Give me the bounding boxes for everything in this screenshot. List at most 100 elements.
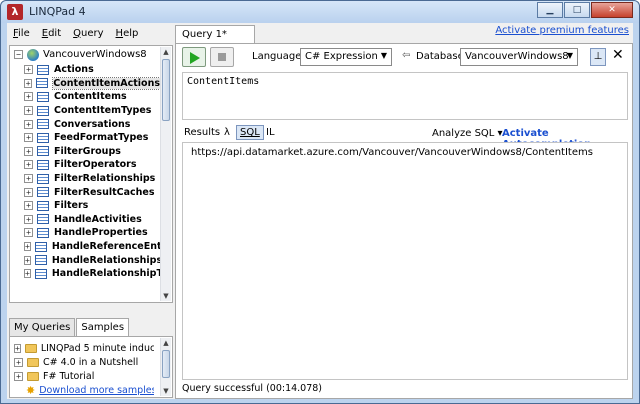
table-icon	[37, 105, 49, 116]
expand-icon[interactable]: +	[24, 187, 33, 197]
close-window-button[interactable]: ✕	[591, 2, 633, 18]
tab-results[interactable]: Results	[184, 127, 220, 138]
menu-query[interactable]: Query	[67, 28, 109, 39]
menu-edit[interactable]: Edit	[36, 28, 67, 39]
lower-tabs: My Queries Samples	[9, 318, 173, 337]
table-icon	[37, 200, 49, 211]
tree-item-label: FilterRelationships	[54, 173, 156, 185]
expand-icon[interactable]: +	[24, 228, 33, 238]
tree-item[interactable]: + HandleRelationshipTyp	[24, 267, 160, 281]
expand-icon[interactable]: +	[24, 146, 33, 156]
table-icon	[37, 119, 49, 130]
tree-item[interactable]: + Filters	[24, 199, 160, 213]
sample-label: LINQPad 5 minute induct	[40, 342, 154, 354]
tree-item-label: HandleRelationships	[51, 254, 160, 266]
sample-item[interactable]: + LINQPad 5 minute induct	[14, 341, 154, 355]
client-area: File Edit Query Help − VancouverWindows8…	[7, 23, 633, 399]
expand-icon[interactable]: +	[14, 357, 23, 367]
sample-item[interactable]: + F# Tutorial	[14, 369, 154, 383]
tree-item[interactable]: + Conversations	[24, 117, 160, 131]
language-select[interactable]: C# Expression ▼	[300, 48, 392, 66]
tree-item-label: Actions	[54, 64, 94, 76]
results-output: https://api.datamarket.azure.com/Vancouv…	[182, 142, 628, 380]
app-window: λ LINQPad 4 ▁ □ ✕ File Edit Query Help −…	[0, 0, 640, 404]
tree-item[interactable]: + ContentItems	[24, 90, 160, 104]
tree-item[interactable]: + ContentItemTypes	[24, 104, 160, 118]
tab-sql[interactable]: SQL	[236, 125, 264, 140]
run-query-button[interactable]	[182, 47, 206, 67]
scroll-up-icon[interactable]: ▲	[161, 338, 171, 348]
stop-query-button[interactable]	[210, 47, 234, 67]
expand-icon[interactable]: +	[24, 65, 33, 75]
expand-icon[interactable]: +	[24, 160, 33, 170]
database-value: VancouverWindows8	[465, 51, 569, 62]
expand-icon[interactable]: +	[14, 343, 21, 353]
dropdown-arrow-icon: ▼	[566, 51, 573, 60]
scroll-up-icon[interactable]: ▲	[161, 47, 171, 57]
tree-item-label: FilterOperators	[54, 159, 137, 171]
expand-icon[interactable]: +	[24, 119, 33, 129]
table-icon	[34, 255, 47, 266]
scroll-down-icon[interactable]: ▼	[161, 291, 171, 301]
menu-bar: File Edit Query Help	[7, 23, 173, 43]
tree-item[interactable]: + FilterGroups	[24, 145, 160, 159]
expand-icon[interactable]: +	[24, 92, 33, 102]
expand-icon[interactable]: +	[24, 106, 33, 116]
tree-scrollbar[interactable]: ▲ ▼	[160, 47, 171, 301]
expand-icon[interactable]: +	[24, 78, 33, 88]
tree-item[interactable]: + HandleProperties	[24, 226, 160, 240]
expand-icon[interactable]: +	[24, 269, 31, 279]
tree-item[interactable]: + ContentItemActions	[24, 76, 160, 91]
tree-item[interactable]: + Actions	[24, 63, 160, 77]
analyze-sql-button[interactable]: Analyze SQL ▾	[432, 128, 503, 139]
expand-icon[interactable]: +	[24, 133, 33, 143]
tree-item-label: HandleRelationshipTyp	[51, 268, 160, 280]
close-query-icon[interactable]: ✕	[612, 47, 624, 63]
tab-il[interactable]: IL	[266, 127, 275, 138]
tree-item-label: HandleProperties	[54, 227, 148, 239]
activate-premium-link[interactable]: Activate premium features	[495, 25, 629, 36]
expand-icon[interactable]: +	[24, 214, 33, 224]
table-icon	[37, 159, 49, 170]
query-editor[interactable]: ContentItems	[182, 72, 628, 120]
maximize-button[interactable]: □	[564, 2, 590, 18]
left-panel: − VancouverWindows8 + Actions + ContentItem…	[9, 43, 175, 399]
tab-lambda[interactable]: λ	[224, 127, 230, 138]
menu-help[interactable]: Help	[110, 28, 145, 39]
scroll-thumb[interactable]	[162, 59, 170, 121]
pin-icon[interactable]: ⊥	[590, 48, 606, 66]
globe-icon	[27, 48, 39, 61]
tab-samples[interactable]: Samples	[76, 318, 130, 337]
tree-item[interactable]: + HandleActivities	[24, 213, 160, 227]
tree-root-connection[interactable]: − VancouverWindows8	[14, 48, 147, 61]
database-select[interactable]: VancouverWindows8 ▼	[460, 48, 578, 66]
scroll-down-icon[interactable]: ▼	[161, 386, 171, 396]
tree-item[interactable]: + FeedFormatTypes	[24, 131, 160, 145]
tree-item-label: Conversations	[54, 118, 131, 130]
collapse-icon[interactable]: −	[14, 50, 23, 59]
tree-item[interactable]: + FilterOperators	[24, 158, 160, 172]
expand-icon[interactable]: +	[24, 255, 31, 265]
samples-scrollbar[interactable]: ▲ ▼	[160, 338, 171, 396]
tab-my-queries[interactable]: My Queries	[9, 318, 76, 336]
expand-icon[interactable]: +	[24, 174, 33, 184]
folder-icon	[27, 357, 39, 367]
tree-item-label: FilterResultCaches	[54, 186, 155, 198]
table-icon	[36, 78, 49, 89]
table-icon	[37, 132, 49, 143]
tree-item[interactable]: + FilterRelationships	[24, 172, 160, 186]
tree-item[interactable]: + FilterResultCaches	[24, 185, 160, 199]
sample-item[interactable]: + C# 4.0 in a Nutshell	[14, 355, 154, 369]
tree-item[interactable]: + HandleReferenceEntiti	[24, 240, 160, 254]
scroll-thumb[interactable]	[162, 350, 170, 378]
menu-file[interactable]: File	[7, 28, 36, 39]
expand-icon[interactable]: +	[24, 201, 33, 211]
expand-icon[interactable]: +	[14, 371, 23, 381]
tree-item[interactable]: + HandleRelationships	[24, 253, 160, 267]
linqpad-icon: λ	[7, 4, 23, 20]
tab-query-1[interactable]: Query 1*	[175, 25, 255, 43]
minimize-button[interactable]: ▁	[537, 2, 563, 18]
download-samples-link[interactable]: ✸ Download more samples	[14, 383, 154, 397]
expand-icon[interactable]: +	[24, 242, 31, 252]
table-icon	[34, 268, 47, 279]
